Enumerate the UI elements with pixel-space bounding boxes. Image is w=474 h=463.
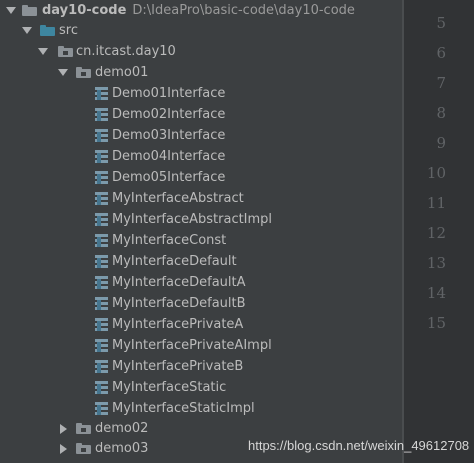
tree-row-project-root[interactable]: day10-code D:\IdeaPro\basic-code\day10-co…: [0, 0, 402, 21]
tree-row-src[interactable]: src: [0, 20, 402, 41]
tree-row-demo01[interactable]: demo01: [0, 62, 402, 83]
package-icon: [58, 46, 73, 57]
interface-icon: [95, 150, 108, 163]
interface-label: MyInterfacePrivateA: [112, 317, 244, 332]
interface-label: MyInterfaceAbstract: [112, 191, 244, 206]
tree-row-interface[interactable]: MyInterfaceStaticImpl: [0, 398, 402, 419]
interface-label: Demo04Interface: [112, 149, 226, 164]
package-icon: [76, 67, 91, 78]
interface-icon: [95, 339, 108, 352]
interface-label: MyInterfaceConst: [112, 233, 227, 248]
line-number: 8: [436, 104, 446, 122]
watermark-text: https://blog.csdn.net/weixin_49612708: [248, 438, 470, 453]
interface-label: MyInterfaceAbstractImpl: [112, 212, 273, 227]
ide-window: day10-code D:\IdeaPro\basic-code\day10-co…: [0, 0, 474, 463]
tree-label-src: src: [59, 23, 78, 38]
tree-row-interface[interactable]: MyInterfaceDefaultA: [0, 272, 402, 293]
interface-label: MyInterfaceDefault: [112, 254, 237, 269]
project-name: day10-code: [42, 3, 127, 18]
chevron-down-icon[interactable]: [6, 7, 16, 14]
tree-label-demo03: demo03: [95, 441, 149, 456]
line-number: 14: [426, 284, 446, 302]
interface-label: Demo01Interface: [112, 86, 226, 101]
tree-row-interface[interactable]: MyInterfaceConst: [0, 230, 402, 251]
interface-icon: [95, 318, 108, 331]
line-number: 13: [426, 254, 446, 272]
tree-row-interface[interactable]: MyInterfaceDefault: [0, 251, 402, 272]
interface-icon: [95, 381, 108, 394]
chevron-right-icon[interactable]: [60, 424, 67, 434]
chevron-down-icon[interactable]: [22, 27, 32, 34]
interface-icon: [95, 234, 108, 247]
tree-row-interface[interactable]: MyInterfaceDefaultB: [0, 293, 402, 314]
interface-label: MyInterfacePrivateB: [112, 359, 244, 374]
interface-icon: [95, 213, 108, 226]
tree-label-demo02: demo02: [95, 421, 149, 436]
source-folder-icon: [40, 25, 55, 36]
tree-row-demo02[interactable]: demo02: [0, 418, 402, 439]
tree-row-interface[interactable]: Demo01Interface: [0, 83, 402, 104]
tree-label-package: cn.itcast.day10: [76, 44, 176, 59]
tree-row-interface[interactable]: Demo05Interface: [0, 167, 402, 188]
chevron-right-icon[interactable]: [60, 444, 67, 454]
package-icon: [76, 423, 91, 434]
tree-label-demo01: demo01: [95, 65, 149, 80]
interface-label: MyInterfacePrivateAImpl: [112, 338, 272, 353]
line-number: 15: [426, 314, 446, 332]
interface-icon: [95, 129, 108, 142]
interface-icon: [95, 297, 108, 310]
tree-row-interface[interactable]: Demo03Interface: [0, 125, 402, 146]
tree-row-interface[interactable]: Demo02Interface: [0, 104, 402, 125]
interface-icon: [95, 87, 108, 100]
interface-icon: [95, 192, 108, 205]
line-number: 9: [436, 134, 446, 152]
tree-row-demo03[interactable]: demo03: [0, 438, 240, 459]
interface-label: MyInterfaceStatic: [112, 380, 227, 395]
project-path: D:\IdeaPro\basic-code\day10-code: [132, 3, 355, 18]
line-number: 11: [426, 194, 446, 212]
interface-icon: [95, 255, 108, 268]
tree-row-interface[interactable]: MyInterfaceAbstractImpl: [0, 209, 402, 230]
interface-icon: [95, 402, 108, 415]
interface-label: MyInterfaceDefaultA: [112, 275, 246, 290]
interface-label: Demo05Interface: [112, 170, 226, 185]
interface-label: Demo02Interface: [112, 107, 226, 122]
interface-icon: [95, 276, 108, 289]
interface-icon: [95, 171, 108, 184]
tree-row-interface[interactable]: MyInterfacePrivateB: [0, 356, 402, 377]
editor-gutter: 5 6 7 8 9 10 11 12 13 14 15: [404, 0, 474, 463]
tree-row-interface[interactable]: MyInterfaceStatic: [0, 377, 402, 398]
tree-row-interface[interactable]: MyInterfacePrivateAImpl: [0, 335, 402, 356]
line-number: 10: [426, 164, 446, 182]
project-tree-panel: day10-code D:\IdeaPro\basic-code\day10-co…: [0, 0, 402, 463]
module-folder-icon: [22, 5, 37, 16]
interface-label: MyInterfaceStaticImpl: [112, 401, 255, 416]
interface-icon: [95, 108, 108, 121]
tree-row-interface[interactable]: MyInterfacePrivateA: [0, 314, 402, 335]
line-number: 12: [426, 224, 446, 242]
interface-label: MyInterfaceDefaultB: [112, 296, 246, 311]
project-label: day10-code D:\IdeaPro\basic-code\day10-co…: [42, 0, 355, 21]
chevron-down-icon[interactable]: [38, 48, 48, 55]
chevron-down-icon[interactable]: [58, 69, 68, 76]
tree-row-interface[interactable]: Demo04Interface: [0, 146, 402, 167]
interface-label: Demo03Interface: [112, 128, 226, 143]
interface-icon: [95, 360, 108, 373]
tree-row-interface[interactable]: MyInterfaceAbstract: [0, 188, 402, 209]
line-number: 7: [436, 74, 446, 92]
line-number: 6: [436, 44, 446, 62]
line-number: 5: [436, 14, 446, 32]
package-icon: [76, 443, 91, 454]
tree-row-package[interactable]: cn.itcast.day10: [0, 41, 402, 62]
